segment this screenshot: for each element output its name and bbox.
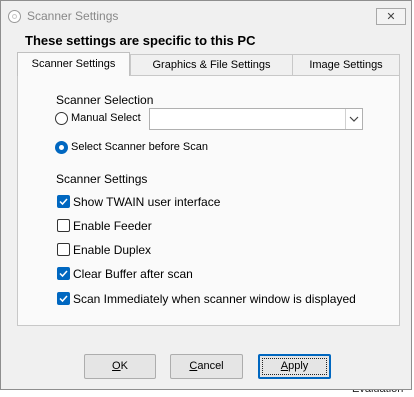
scanner-selection-heading: Scanner Selection <box>56 93 154 107</box>
ok-button[interactable]: OK <box>84 354 156 379</box>
clear-buffer-checkbox[interactable] <box>57 267 70 280</box>
ok-accel: O <box>112 360 121 372</box>
tab-scanner-settings[interactable]: Scanner Settings <box>17 52 130 76</box>
tab-image-settings[interactable]: Image Settings <box>292 54 400 75</box>
select-before-scan-radio[interactable] <box>55 141 68 154</box>
scan-immediately-checkbox[interactable] <box>57 292 70 305</box>
cancel-button[interactable]: Cancel <box>170 354 243 379</box>
clear-buffer-label: Clear Buffer after scan <box>73 267 193 281</box>
show-twain-ui-label: Show TWAIN user interface <box>73 195 221 209</box>
settings-scope-heading: These settings are specific to this PC <box>25 33 256 48</box>
manual-select-radio[interactable] <box>55 112 68 125</box>
checkmark-icon <box>59 295 68 303</box>
apply-button[interactable]: Apply <box>258 354 331 379</box>
title-bar[interactable]: Scanner Settings ✕ <box>1 1 411 31</box>
enable-duplex-checkbox[interactable] <box>57 243 70 256</box>
select-before-scan-label: Select Scanner before Scan <box>71 141 208 153</box>
close-button[interactable]: ✕ <box>376 8 406 25</box>
manual-select-label: Manual Select <box>71 112 141 124</box>
show-twain-ui-checkbox[interactable] <box>57 195 70 208</box>
checkmark-icon <box>59 198 68 206</box>
enable-feeder-label: Enable Feeder <box>73 219 152 233</box>
app-icon <box>8 10 21 23</box>
scan-immediately-label: Scan Immediately when scanner window is … <box>73 292 356 306</box>
ok-rest: K <box>120 360 128 372</box>
chevron-down-icon <box>349 116 359 122</box>
close-icon: ✕ <box>386 10 396 23</box>
checkmark-icon <box>59 270 68 278</box>
focus-rectangle <box>262 358 327 375</box>
scanner-dropdown[interactable] <box>149 108 363 130</box>
enable-feeder-checkbox[interactable] <box>57 219 70 232</box>
scanner-settings-heading: Scanner Settings <box>56 172 148 186</box>
cancel-rest: ancel <box>197 360 224 372</box>
window-title: Scanner Settings <box>27 9 119 23</box>
enable-duplex-label: Enable Duplex <box>73 243 152 257</box>
dropdown-button[interactable] <box>345 109 362 129</box>
scanner-settings-dialog: Scanner Settings ✕ These settings are sp… <box>0 0 412 390</box>
tab-graphics-file-settings[interactable]: Graphics & File Settings <box>130 54 293 75</box>
